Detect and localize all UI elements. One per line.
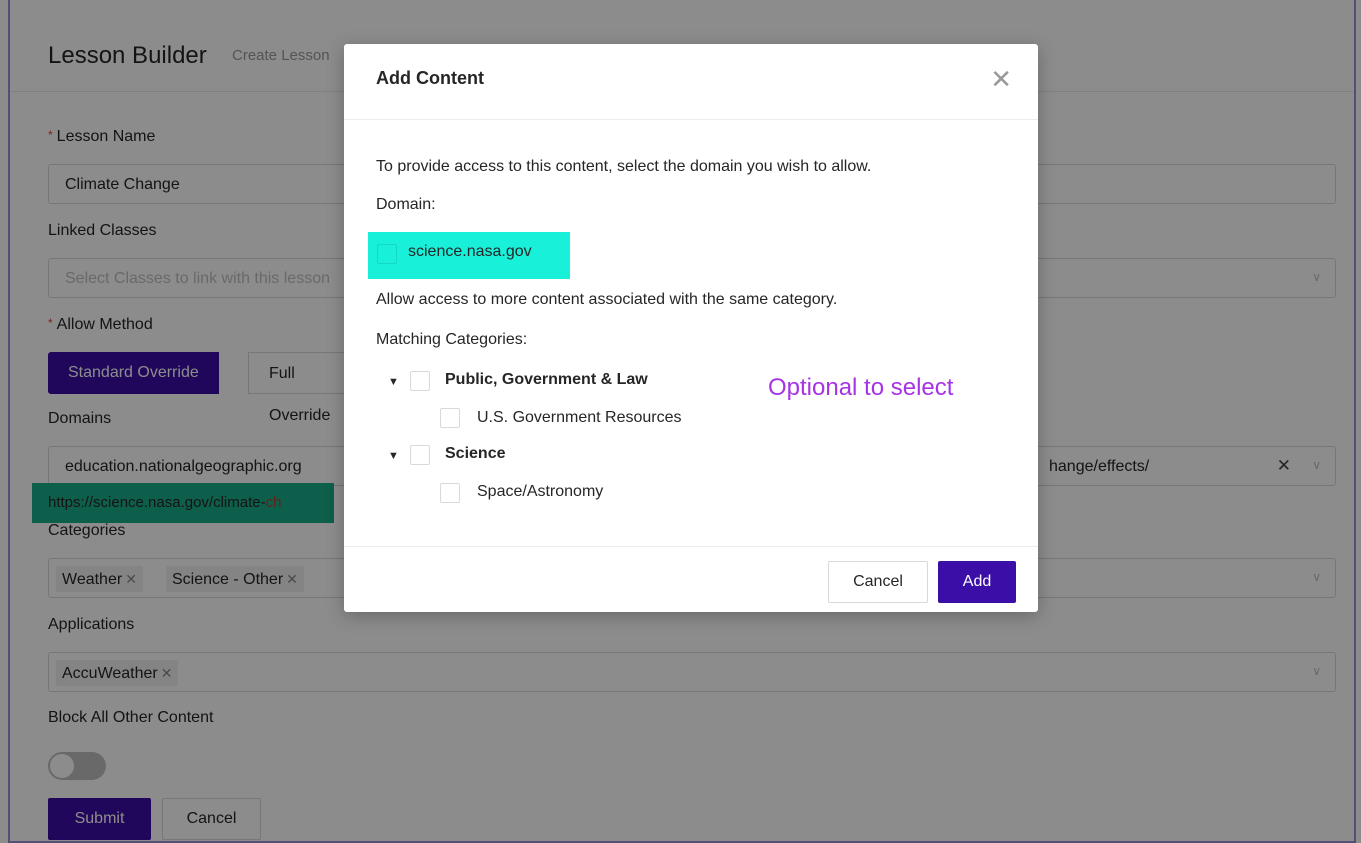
category-checkbox[interactable]	[410, 371, 430, 391]
modal-header: Add Content ✕	[344, 44, 1038, 120]
caret-down-icon[interactable]: ▼	[388, 376, 399, 388]
subcategory-label: Space/Astronomy	[477, 483, 604, 500]
modal-add-button[interactable]: Add	[938, 561, 1016, 603]
close-icon[interactable]: ✕	[990, 66, 1012, 92]
subcategory-label: U.S. Government Resources	[477, 409, 682, 426]
modal-footer: Cancel Add	[344, 546, 1038, 612]
category-label: Science	[445, 445, 506, 462]
domain-label: Domain:	[376, 196, 436, 213]
more-access-text: Allow access to more content associated …	[376, 291, 838, 308]
domain-checkbox[interactable]	[377, 244, 397, 264]
subcategory-checkbox[interactable]	[440, 408, 460, 428]
category-label: Public, Government & Law	[445, 371, 648, 388]
caret-down-icon[interactable]: ▼	[388, 450, 399, 462]
matching-categories-label: Matching Categories:	[376, 331, 528, 348]
modal-cancel-button[interactable]: Cancel	[828, 561, 928, 603]
subcategory-checkbox[interactable]	[440, 483, 460, 503]
domain-option-label: science.nasa.gov	[408, 243, 532, 260]
modal-title: Add Content	[376, 68, 484, 88]
modal-instruction: To provide access to this content, selec…	[376, 158, 872, 175]
add-content-modal: Add Content ✕ To provide access to this …	[344, 44, 1038, 612]
optional-note: Optional to select	[768, 374, 954, 401]
category-checkbox[interactable]	[410, 445, 430, 465]
